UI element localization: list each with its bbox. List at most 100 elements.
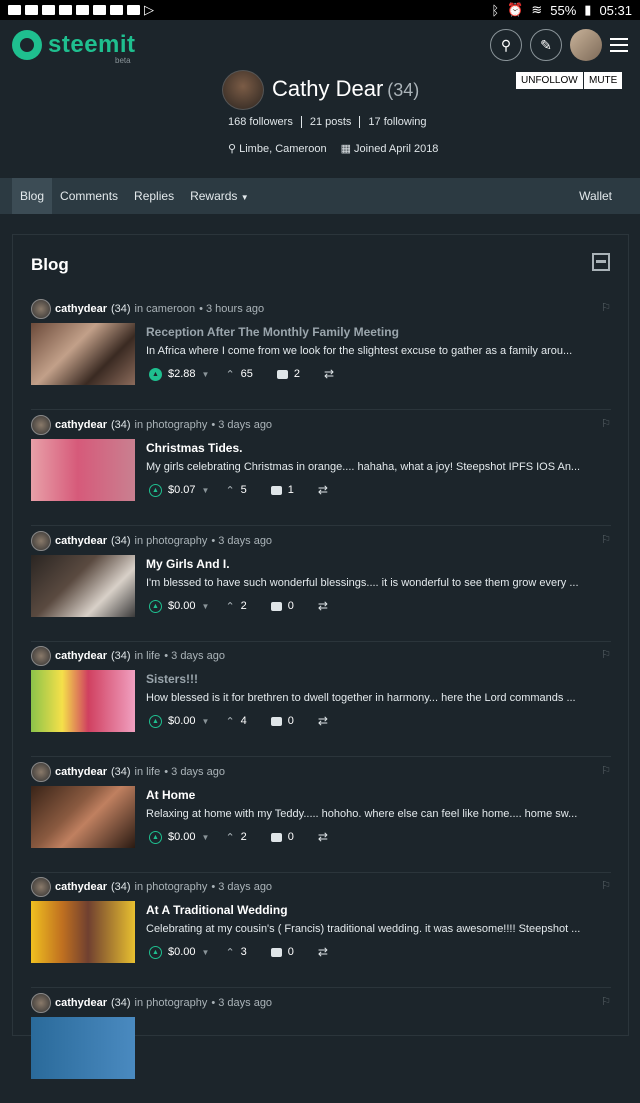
post-category[interactable]: in photography (135, 535, 208, 547)
upvote-button[interactable]: ▲ (149, 367, 162, 381)
post-title[interactable]: Christmas Tides. (146, 441, 242, 455)
resteem-icon[interactable]: ⇄ (318, 945, 328, 959)
post-time[interactable]: • 3 hours ago (199, 303, 264, 315)
payout-dropdown-icon[interactable]: ▼ (202, 833, 210, 842)
post-category[interactable]: in photography (135, 997, 208, 1009)
post-category[interactable]: in life (135, 650, 161, 662)
post-thumbnail[interactable] (31, 670, 135, 732)
following-link[interactable]: 17 following (359, 116, 434, 128)
post-thumbnail[interactable] (31, 1017, 135, 1079)
steemit-logo[interactable]: steemit beta (12, 30, 136, 65)
post-author[interactable]: cathydear (55, 881, 107, 893)
payout-dropdown-icon[interactable]: ▼ (202, 370, 210, 379)
post-thumbnail[interactable] (31, 439, 135, 501)
write-post-button[interactable]: ✎ (530, 29, 562, 61)
author-avatar[interactable] (31, 531, 51, 551)
post-time[interactable]: • 3 days ago (211, 535, 272, 547)
post-excerpt[interactable]: How blessed is it for brethren to dwell … (146, 692, 611, 704)
post-time[interactable]: • 3 days ago (211, 997, 272, 1009)
payout-value[interactable]: $0.00 (168, 600, 196, 612)
comments-count[interactable]: 1 (288, 484, 294, 496)
votes-count[interactable]: 3 (241, 946, 247, 958)
post-title[interactable]: Reception After The Monthly Family Meeti… (146, 325, 399, 339)
author-avatar[interactable] (31, 993, 51, 1013)
post-time[interactable]: • 3 days ago (164, 766, 225, 778)
payout-value[interactable]: $0.00 (168, 831, 196, 843)
post-author[interactable]: cathydear (55, 997, 107, 1009)
tab-blog[interactable]: Blog (12, 178, 53, 214)
payout-dropdown-icon[interactable]: ▼ (202, 717, 210, 726)
votes-count[interactable]: 2 (241, 600, 247, 612)
user-avatar[interactable] (570, 29, 602, 61)
tab-wallet[interactable]: Wallet (571, 178, 620, 214)
payout-value[interactable]: $2.88 (168, 368, 196, 380)
post-title[interactable]: At A Traditional Wedding (146, 903, 288, 917)
comments-count[interactable]: 0 (288, 715, 294, 727)
resteem-icon[interactable]: ⇄ (318, 830, 328, 844)
post-author[interactable]: cathydear (55, 535, 107, 547)
comments-count[interactable]: 2 (294, 368, 300, 380)
payout-value[interactable]: $0.07 (168, 484, 196, 496)
flag-icon[interactable]: ⚐ (601, 879, 611, 892)
post-excerpt[interactable]: I'm blessed to have such wonderful bless… (146, 577, 611, 589)
resteem-icon[interactable]: ⇄ (318, 599, 328, 613)
comments-count[interactable]: 0 (288, 946, 294, 958)
mute-button[interactable]: MUTE (584, 72, 623, 89)
post-category[interactable]: in photography (135, 881, 208, 893)
post-excerpt[interactable]: In Africa where I come from we look for … (146, 345, 611, 357)
payout-dropdown-icon[interactable]: ▼ (202, 948, 210, 957)
author-avatar[interactable] (31, 646, 51, 666)
followers-link[interactable]: 168 followers (228, 116, 301, 128)
post-category[interactable]: in photography (135, 419, 208, 431)
flag-icon[interactable]: ⚐ (601, 995, 611, 1008)
payout-value[interactable]: $0.00 (168, 715, 196, 727)
author-avatar[interactable] (31, 415, 51, 435)
post-title[interactable]: At Home (146, 788, 195, 802)
flag-icon[interactable]: ⚐ (601, 533, 611, 546)
post-category[interactable]: in cameroon (135, 303, 196, 315)
upvote-button[interactable]: ▲ (149, 714, 162, 728)
tab-replies[interactable]: Replies (126, 178, 182, 214)
flag-icon[interactable]: ⚐ (601, 301, 611, 314)
resteem-icon[interactable]: ⇄ (318, 714, 328, 728)
upvote-button[interactable]: ▲ (149, 483, 162, 497)
payout-dropdown-icon[interactable]: ▼ (202, 486, 210, 495)
resteem-icon[interactable]: ⇄ (318, 483, 328, 497)
payout-value[interactable]: $0.00 (168, 946, 196, 958)
votes-count[interactable]: 5 (241, 484, 247, 496)
author-avatar[interactable] (31, 762, 51, 782)
post-author[interactable]: cathydear (55, 419, 107, 431)
flag-icon[interactable]: ⚐ (601, 764, 611, 777)
votes-count[interactable]: 4 (241, 715, 247, 727)
menu-button[interactable] (610, 38, 628, 52)
post-excerpt[interactable]: Celebrating at my cousin's ( Francis) tr… (146, 923, 611, 935)
author-avatar[interactable] (31, 877, 51, 897)
post-time[interactable]: • 3 days ago (164, 650, 225, 662)
post-excerpt[interactable]: My girls celebrating Christmas in orange… (146, 461, 611, 473)
search-button[interactable]: ⚲ (490, 29, 522, 61)
payout-dropdown-icon[interactable]: ▼ (202, 602, 210, 611)
post-thumbnail[interactable] (31, 786, 135, 848)
votes-count[interactable]: 65 (241, 368, 253, 380)
upvote-button[interactable]: ▲ (149, 599, 162, 613)
post-time[interactable]: • 3 days ago (211, 419, 272, 431)
post-thumbnail[interactable] (31, 555, 135, 617)
post-thumbnail[interactable] (31, 901, 135, 963)
post-author[interactable]: cathydear (55, 650, 107, 662)
unfollow-button[interactable]: UNFOLLOW (516, 72, 583, 89)
flag-icon[interactable]: ⚐ (601, 648, 611, 661)
upvote-button[interactable]: ▲ (149, 945, 162, 959)
layout-toggle-button[interactable] (592, 253, 610, 271)
tab-rewards[interactable]: Rewards ▼ (182, 178, 257, 214)
post-title[interactable]: Sisters!!! (146, 672, 198, 686)
votes-count[interactable]: 2 (241, 831, 247, 843)
flag-icon[interactable]: ⚐ (601, 417, 611, 430)
post-title[interactable]: My Girls And I. (146, 557, 230, 571)
author-avatar[interactable] (31, 299, 51, 319)
tab-comments[interactable]: Comments (52, 178, 126, 214)
post-time[interactable]: • 3 days ago (211, 881, 272, 893)
post-author[interactable]: cathydear (55, 303, 107, 315)
comments-count[interactable]: 0 (288, 831, 294, 843)
post-author[interactable]: cathydear (55, 766, 107, 778)
upvote-button[interactable]: ▲ (149, 830, 162, 844)
